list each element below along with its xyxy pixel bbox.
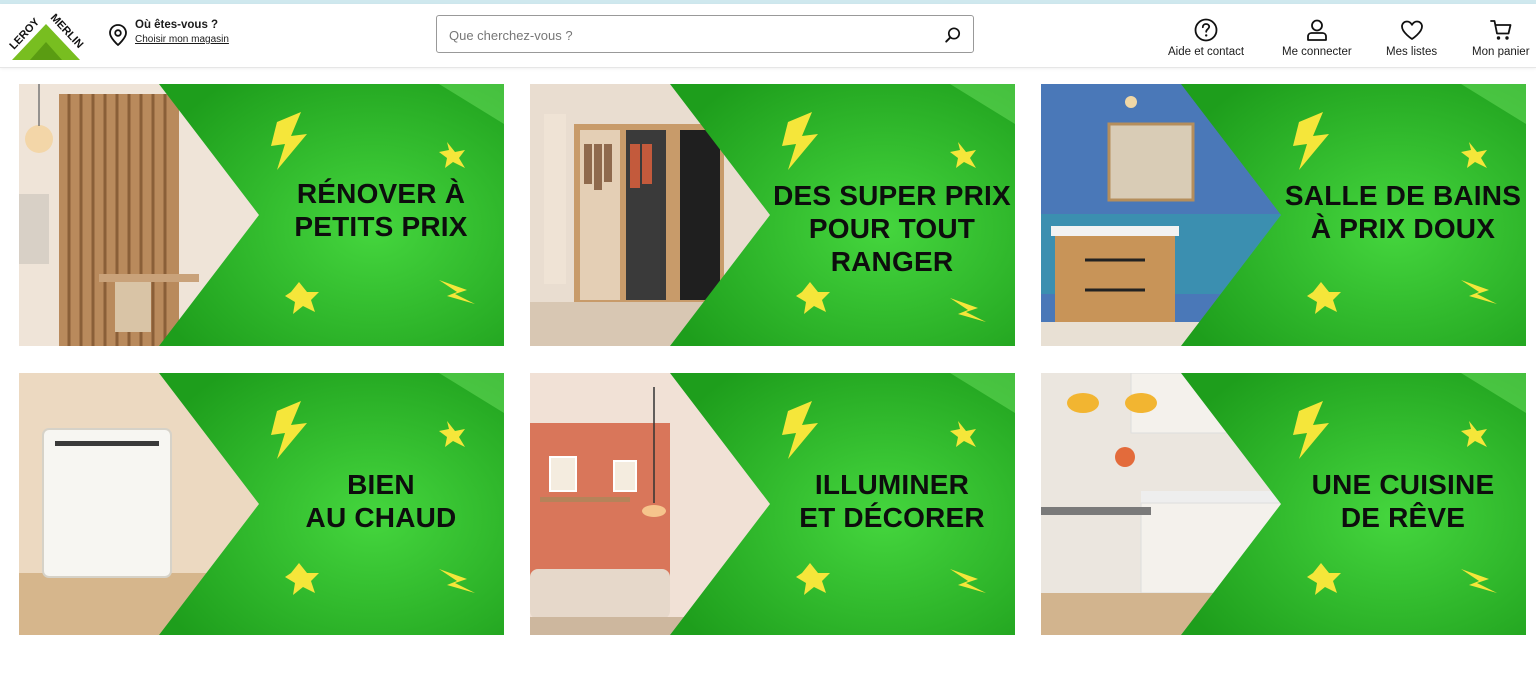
promo-card-kitchen[interactable]: UNE CUISINE DE RÊVE <box>1041 373 1526 635</box>
cart-icon <box>1489 20 1512 40</box>
promo-card-title: DES SUPER PRIX POUR TOUT RANGER <box>773 180 1011 277</box>
search-bar <box>436 15 974 53</box>
nav-login[interactable]: Me connecter <box>1282 17 1352 58</box>
search-input[interactable] <box>447 24 931 46</box>
promo-card-heating[interactable]: BIEN AU CHAUD <box>19 373 504 635</box>
nav-lists[interactable]: Mes listes <box>1386 17 1437 58</box>
site-header: LEROY MERLIN Où êtes-vous ? Choisir mon … <box>0 4 1536 68</box>
promo-card-bathroom[interactable]: SALLE DE BAINS À PRIX DOUX <box>1041 84 1526 346</box>
leroy-merlin-logo[interactable]: LEROY MERLIN <box>7 10 85 62</box>
search-icon[interactable] <box>943 25 963 45</box>
nav-label: Mes listes <box>1386 46 1438 58</box>
nav-cart[interactable]: Mon panier <box>1472 17 1530 58</box>
promo-card-title: RÉNOVER À PETITS PRIX <box>294 178 468 242</box>
nav-label: Me connecter <box>1282 46 1352 58</box>
promo-card-title: ILLUMINER ET DÉCORER <box>799 469 985 533</box>
promo-card-title: BIEN AU CHAUD <box>305 469 457 533</box>
user-icon <box>1306 19 1327 41</box>
nav-label: Aide et contact <box>1168 46 1245 58</box>
promo-card-title: UNE CUISINE DE RÊVE <box>1311 469 1495 533</box>
nav-label: Mon panier <box>1472 46 1530 58</box>
promo-card-title: SALLE DE BAINS À PRIX DOUX <box>1284 180 1522 244</box>
choose-store-link[interactable]: Choisir mon magasin <box>135 33 229 47</box>
location-pin-icon <box>109 24 127 46</box>
promo-card-storage[interactable]: DES SUPER PRIX POUR TOUT RANGER <box>530 84 1015 346</box>
store-selector[interactable]: Où êtes-vous ? Choisir mon magasin <box>108 18 229 54</box>
promo-card-renovate[interactable]: RÉNOVER À PETITS PRIX <box>19 84 504 346</box>
promo-card-lighting[interactable]: ILLUMINER ET DÉCORER <box>530 373 1015 635</box>
nav-help-contact[interactable]: Aide et contact <box>1168 17 1244 58</box>
store-question: Où êtes-vous ? <box>135 19 219 31</box>
heart-icon <box>1400 20 1423 40</box>
help-circle-icon <box>1194 18 1218 42</box>
